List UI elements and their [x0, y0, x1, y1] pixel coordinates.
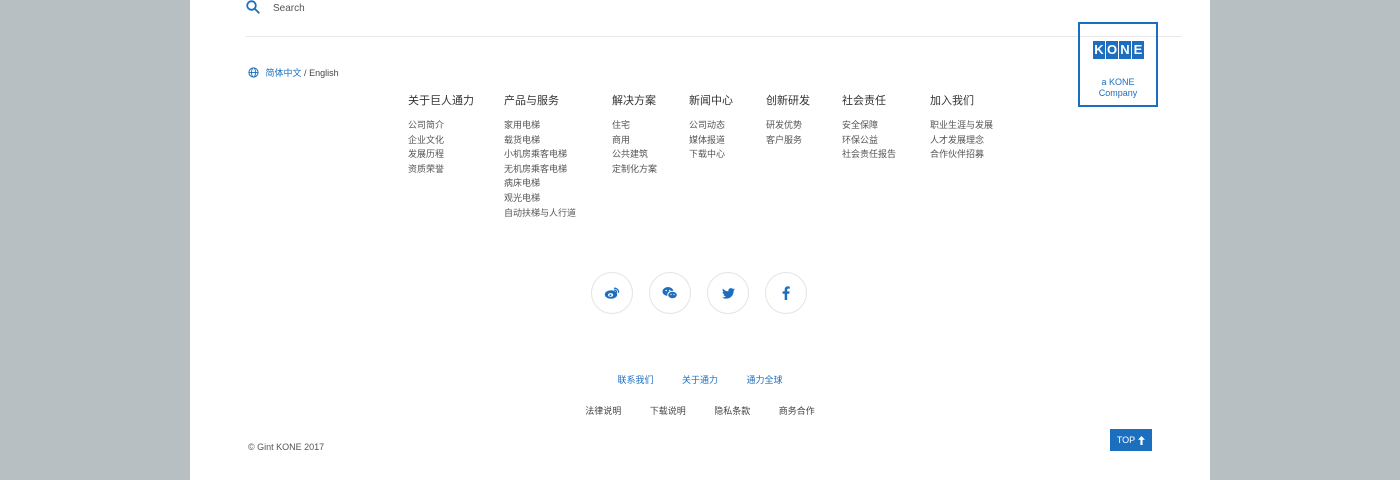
logo-caption: a KONE Company: [1080, 77, 1156, 99]
nav-link[interactable]: 社会责任报告: [842, 147, 896, 162]
arrow-up-icon: [1138, 435, 1146, 445]
nav-link[interactable]: 安全保障: [842, 118, 896, 133]
nav-link[interactable]: 下载中心: [689, 147, 733, 162]
nav-link[interactable]: 载货电梯: [504, 133, 576, 148]
nav-heading[interactable]: 创新研发: [766, 92, 810, 108]
nav-link[interactable]: 研发优势: [766, 118, 810, 133]
about-kone-link[interactable]: 关于通力: [682, 375, 718, 385]
facebook-icon: [782, 286, 790, 300]
facebook-button[interactable]: [765, 272, 807, 314]
nav-link[interactable]: 合作伙伴招募: [930, 147, 993, 162]
logo-caption-line2: Company: [1098, 88, 1138, 98]
nav-link[interactable]: 环保公益: [842, 133, 896, 148]
footer-links-secondary: 法律说明 下载说明 隐私条款 商务合作: [190, 404, 1210, 417]
twitter-icon: [721, 287, 735, 299]
nav-link[interactable]: 商用: [612, 133, 657, 148]
weibo-icon: [604, 287, 620, 299]
top-button-label: TOP: [1116, 435, 1136, 445]
kone-logo[interactable]: K O N E a KONE Company: [1078, 22, 1158, 107]
nav-link[interactable]: 观光电梯: [504, 191, 576, 206]
nav-heading[interactable]: 产品与服务: [504, 92, 576, 108]
nav-heading[interactable]: 新闻中心: [689, 92, 733, 108]
search-input[interactable]: Search: [273, 3, 305, 14]
kone-global-link[interactable]: 通力全球: [747, 375, 783, 385]
legal-link[interactable]: 法律说明: [585, 406, 621, 416]
nav-column-csr: 社会责任 安全保障 环保公益 社会责任报告: [842, 92, 896, 162]
language-switcher: 简体中文 / English: [248, 66, 339, 79]
wechat-icon: [662, 287, 678, 300]
logo-letter: O: [1106, 41, 1118, 59]
search-icon[interactable]: [246, 0, 260, 14]
twitter-button[interactable]: [707, 272, 749, 314]
logo-letter: K: [1093, 41, 1105, 59]
business-link[interactable]: 商务合作: [779, 406, 815, 416]
weibo-button[interactable]: [591, 272, 633, 314]
nav-link[interactable]: 客户服务: [766, 133, 810, 148]
copyright: © Gint KONE 2017: [248, 442, 325, 452]
nav-link[interactable]: 职业生涯与发展: [930, 118, 993, 133]
nav-link[interactable]: 自动扶梯与人行道: [504, 206, 576, 221]
nav-link[interactable]: 公共建筑: [612, 147, 657, 162]
nav-link[interactable]: 资质荣誉: [408, 162, 474, 177]
search-bar[interactable]: Search: [246, 0, 1182, 37]
nav-column-about: 关于巨人通力 公司简介 企业文化 发展历程 资质荣誉: [408, 92, 474, 176]
lang-english-link[interactable]: English: [309, 68, 339, 78]
logo-caption-line1: a KONE: [1101, 77, 1135, 87]
nav-link[interactable]: 人才发展理念: [930, 133, 993, 148]
logo-wordmark: K O N E: [1093, 41, 1144, 59]
nav-heading[interactable]: 解决方案: [612, 92, 657, 108]
nav-column-products: 产品与服务 家用电梯 载货电梯 小机房乘客电梯 无机房乘客电梯 病床电梯 观光电…: [504, 92, 576, 220]
globe-icon: [248, 67, 259, 78]
nav-heading[interactable]: 加入我们: [930, 92, 993, 108]
nav-link[interactable]: 住宅: [612, 118, 657, 133]
nav-link[interactable]: 病床电梯: [504, 176, 576, 191]
footer-links-primary: 联系我们 关于通力 通力全球: [190, 373, 1210, 386]
lang-separator: /: [304, 68, 307, 78]
nav-link[interactable]: 企业文化: [408, 133, 474, 148]
nav-link[interactable]: 小机房乘客电梯: [504, 147, 576, 162]
nav-column-news: 新闻中心 公司动态 媒体报道 下载中心: [689, 92, 733, 162]
nav-link[interactable]: 媒体报道: [689, 133, 733, 148]
nav-link[interactable]: 家用电梯: [504, 118, 576, 133]
nav-heading[interactable]: 关于巨人通力: [408, 92, 474, 108]
nav-link[interactable]: 发展历程: [408, 147, 474, 162]
nav-column-solutions: 解决方案 住宅 商用 公共建筑 定制化方案: [612, 92, 657, 176]
logo-letter: N: [1119, 41, 1131, 59]
nav-link[interactable]: 公司动态: [689, 118, 733, 133]
nav-heading[interactable]: 社会责任: [842, 92, 896, 108]
nav-link[interactable]: 无机房乘客电梯: [504, 162, 576, 177]
nav-link[interactable]: 公司简介: [408, 118, 474, 133]
nav-link[interactable]: 定制化方案: [612, 162, 657, 177]
nav-column-careers: 加入我们 职业生涯与发展 人才发展理念 合作伙伴招募: [930, 92, 993, 162]
download-terms-link[interactable]: 下载说明: [650, 406, 686, 416]
lang-chinese-link[interactable]: 简体中文: [266, 68, 302, 78]
contact-us-link[interactable]: 联系我们: [617, 375, 653, 385]
privacy-link[interactable]: 隐私条款: [714, 406, 750, 416]
page: Search 简体中文 / English K O N E a KONE Com…: [190, 0, 1210, 480]
wechat-button[interactable]: [649, 272, 691, 314]
logo-letter: E: [1132, 41, 1144, 59]
back-to-top-button[interactable]: TOP: [1110, 429, 1152, 451]
nav-column-innovation: 创新研发 研发优势 客户服务: [766, 92, 810, 147]
